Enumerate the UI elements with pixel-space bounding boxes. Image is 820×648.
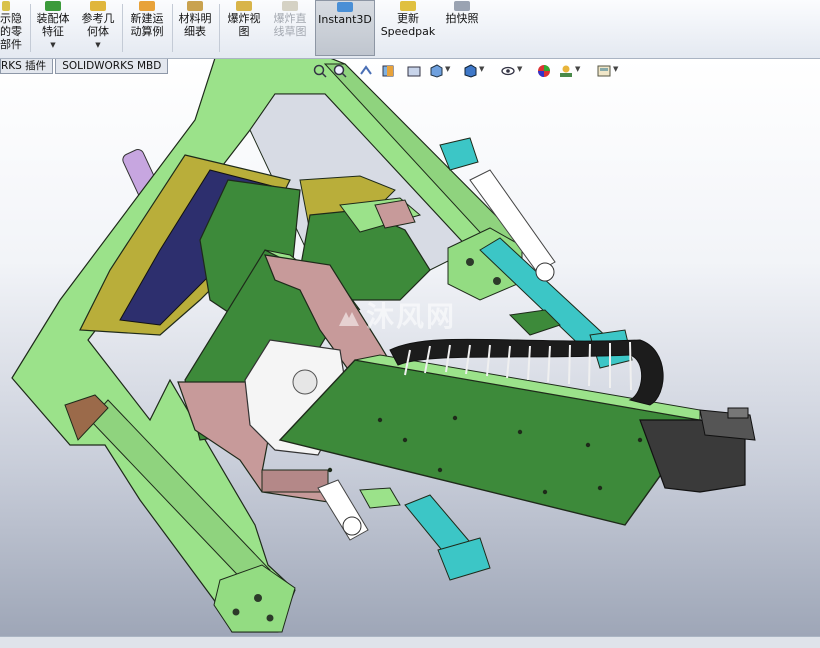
watermark-logo-icon (339, 312, 359, 326)
assembly-model[interactable] (0, 59, 820, 636)
command-manager-tabs: RKS 插件 SOLIDWORKS MBD (0, 59, 170, 74)
update-speedpak-button[interactable]: 更新 Speedpak (380, 0, 436, 56)
update-speedpak-label: 更新 Speedpak (380, 12, 436, 38)
plate-hole (254, 594, 262, 602)
chevron-down-icon[interactable]: ▼ (445, 65, 450, 73)
exploded-view-button[interactable]: 爆炸视 图 (222, 0, 266, 56)
plate-hole (266, 614, 274, 622)
plate-hole (466, 258, 474, 266)
chevron-down-icon[interactable]: ▼ (479, 65, 484, 73)
watermark-text: 沐风网 (366, 300, 457, 333)
ribbon-separator (122, 4, 123, 52)
ribbon-separator (30, 4, 31, 52)
assembly-features-icon (45, 1, 61, 11)
speedpak-icon (400, 1, 416, 11)
bom-icon (187, 1, 203, 11)
view-orientation-icon[interactable]: ▼ (429, 63, 450, 78)
explode-line-sketch-label: 爆炸直 线草图 (273, 12, 307, 38)
exploded-view-icon (236, 1, 252, 11)
ribbon-separator (172, 4, 173, 52)
small-bracket (359, 487, 401, 509)
view-settings-icon[interactable]: ▼ (597, 63, 618, 77)
command-manager-ribbon: 示隐 的零 部件 装配体 特征 ▼ 参考几 何体 ▼ 新建运 动算例 材料明 细… (0, 0, 820, 59)
instant3d-icon (337, 2, 353, 12)
take-snapshot-button[interactable]: 拍快照 (442, 0, 482, 56)
instant3d-button[interactable]: Instant3D (315, 0, 375, 56)
explode-line-sketch-button[interactable]: 爆炸直 线草图 (268, 0, 312, 56)
reference-geometry-label: 参考几 何体 (81, 12, 115, 38)
graphics-area[interactable] (0, 59, 820, 636)
chevron-down-icon[interactable]: ▼ (95, 39, 100, 52)
rod-end-joint (535, 262, 555, 282)
rod-end-joint (342, 516, 362, 536)
camera-icon (454, 1, 470, 11)
previous-view-icon[interactable] (359, 63, 373, 77)
section-view-icon[interactable] (381, 63, 395, 77)
assembly-features-label: 装配体 特征 (36, 12, 70, 38)
chevron-down-icon[interactable]: ▼ (575, 65, 580, 73)
reference-geometry-icon (90, 1, 106, 11)
new-motion-study-label: 新建运 动算例 (130, 12, 164, 38)
new-motion-study-button[interactable]: 新建运 动算例 (126, 0, 168, 56)
dynamic-annotation-icon[interactable] (407, 63, 421, 77)
hide-show-items-icon[interactable]: ▼ (501, 63, 522, 77)
chevron-down-icon[interactable]: ▼ (50, 39, 55, 52)
bill-of-materials-button[interactable]: 材料明 细表 (175, 0, 215, 56)
show-hidden-components-label: 示隐 的零 部件 (0, 12, 22, 51)
zoom-to-fit-icon[interactable] (313, 63, 327, 78)
display-style-icon[interactable]: ▼ (463, 63, 484, 78)
chevron-down-icon[interactable]: ▼ (613, 65, 618, 73)
show-hidden-icon (2, 1, 10, 11)
white-piston-rod (317, 479, 369, 541)
plate-hole (493, 277, 501, 285)
zoom-area-icon[interactable] (333, 63, 347, 78)
tab-solidworks-mbd[interactable]: SOLIDWORKS MBD (55, 59, 169, 74)
bill-of-materials-label: 材料明 细表 (178, 12, 212, 38)
edit-appearance-icon[interactable] (537, 63, 551, 77)
take-snapshot-label: 拍快照 (445, 12, 479, 25)
show-hidden-components-button[interactable]: 示隐 的零 部件 (0, 0, 26, 56)
assembly-features-button[interactable]: 装配体 特征 ▼ (33, 0, 73, 56)
ribbon-separator (219, 4, 220, 52)
chevron-down-icon[interactable]: ▼ (517, 65, 522, 73)
tab-solidworks-addins[interactable]: RKS 插件 (0, 59, 54, 74)
exploded-view-label: 爆炸视 图 (227, 12, 261, 38)
motion-study-icon (139, 1, 155, 11)
plate-hole (232, 608, 240, 616)
explode-line-sketch-icon (282, 1, 298, 11)
instant3d-label: Instant3D (318, 13, 372, 26)
status-bar (0, 636, 820, 648)
reference-geometry-button[interactable]: 参考几 何体 ▼ (78, 0, 118, 56)
motor-shaft-cap (292, 369, 318, 395)
servo-connector (727, 407, 749, 419)
apply-scene-icon[interactable]: ▼ (559, 63, 580, 77)
